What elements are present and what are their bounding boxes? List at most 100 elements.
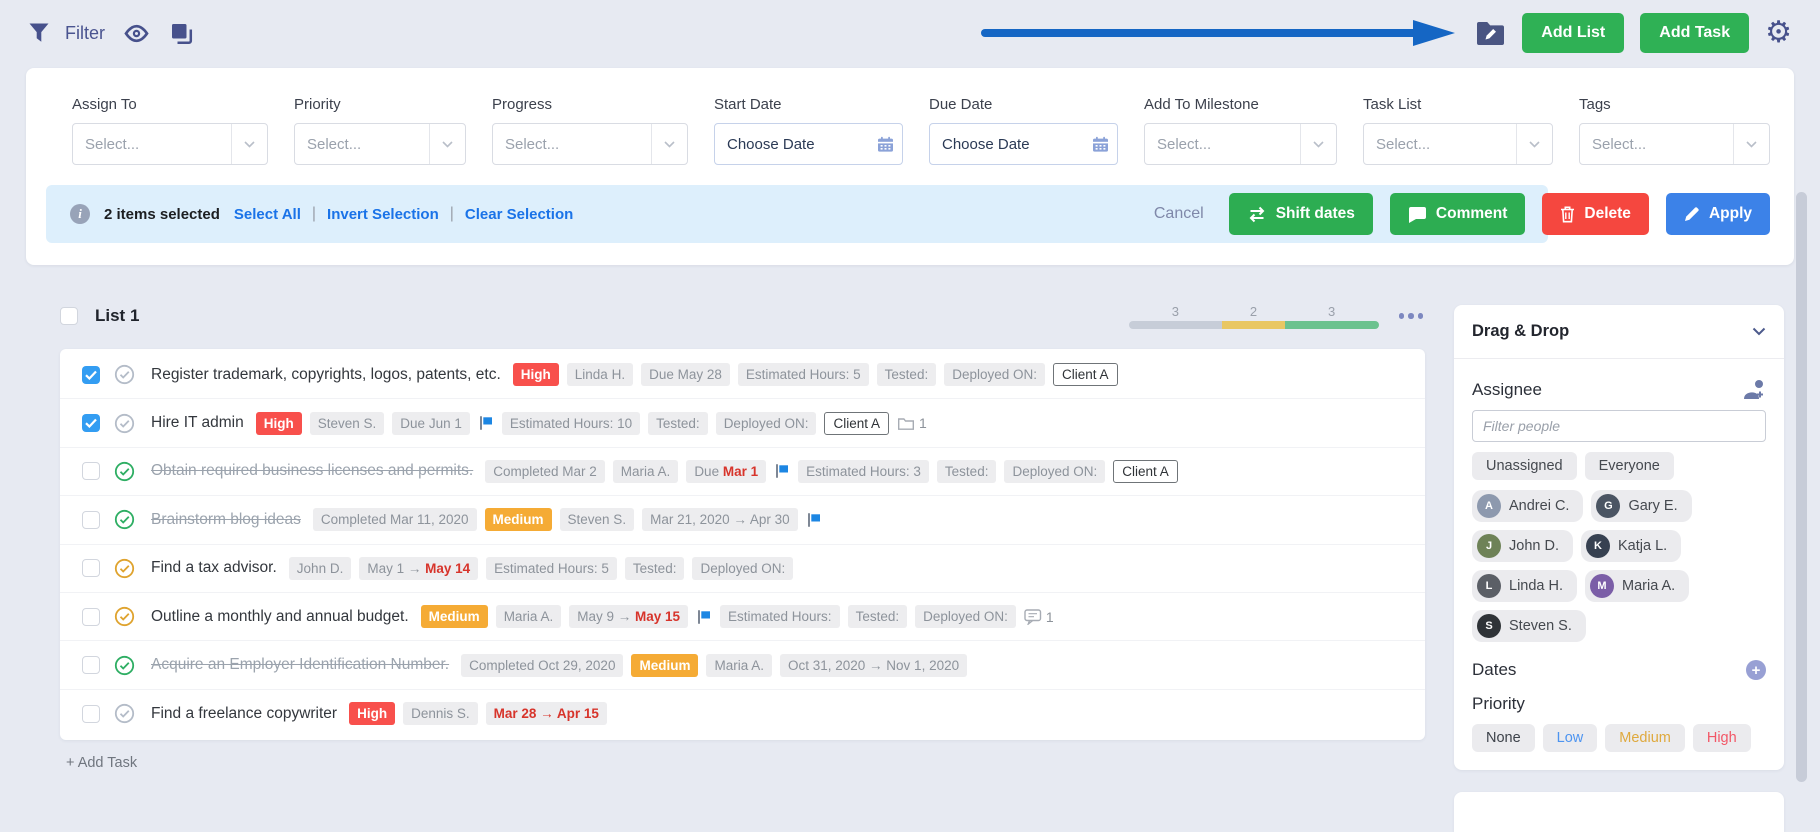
field-badge[interactable]: Deployed ON:: [915, 605, 1016, 628]
status-check-icon[interactable]: [114, 703, 135, 724]
select-dropdown[interactable]: Select...: [294, 123, 466, 165]
field-badge[interactable]: Tested:: [848, 605, 908, 628]
priority-chip-high[interactable]: High: [1693, 724, 1751, 752]
person-chip[interactable]: SSteven S.: [1472, 610, 1586, 642]
apply-button[interactable]: Apply: [1666, 193, 1770, 235]
task-title[interactable]: Acquire an Employer Identification Numbe…: [151, 656, 449, 674]
date-picker[interactable]: Choose Date: [929, 123, 1118, 165]
client-badge[interactable]: Client A: [1053, 363, 1118, 386]
field-badge[interactable]: Deployed ON:: [944, 363, 1045, 386]
field-badge[interactable]: Maria A.: [706, 654, 772, 677]
status-check-icon[interactable]: [114, 655, 135, 676]
priority-badge[interactable]: High: [349, 702, 395, 725]
field-badge[interactable]: Steven S.: [560, 508, 635, 531]
field-badge[interactable]: Estimated Hours: 10: [502, 412, 640, 435]
priority-badge[interactable]: High: [256, 412, 302, 435]
filter-people-input[interactable]: [1472, 410, 1766, 442]
task-title[interactable]: Obtain required business licenses and pe…: [151, 462, 473, 480]
field-badge[interactable]: Tested:: [877, 363, 937, 386]
eye-icon[interactable]: [124, 24, 149, 43]
task-title[interactable]: Find a tax advisor.: [151, 559, 277, 577]
field-badge[interactable]: Due Jun 1: [392, 412, 470, 435]
status-check-icon[interactable]: [114, 364, 135, 385]
milestone-flag-icon[interactable]: [478, 415, 494, 431]
priority-badge[interactable]: Medium: [421, 605, 488, 628]
task-checkbox[interactable]: [82, 511, 100, 529]
person-chip[interactable]: AAndrei C.: [1472, 490, 1583, 522]
task-title[interactable]: Outline a monthly and annual budget.: [151, 608, 409, 626]
comment-button[interactable]: Comment: [1390, 193, 1525, 235]
task-title[interactable]: Register trademark, copyrights, logos, p…: [151, 366, 501, 384]
field-badge[interactable]: Mar 21, 2020 → Apr 30: [642, 508, 798, 531]
field-badge[interactable]: Deployed ON:: [716, 412, 817, 435]
chip-unassigned[interactable]: Unassigned: [1472, 452, 1577, 480]
selection-link-invert-selection[interactable]: Invert Selection: [327, 206, 439, 223]
field-badge[interactable]: Maria A.: [613, 460, 679, 483]
field-badge[interactable]: Oct 31, 2020 → Nov 1, 2020: [780, 654, 967, 677]
delete-button[interactable]: Delete: [1542, 193, 1649, 235]
person-chip[interactable]: MMaria A.: [1585, 570, 1689, 602]
priority-chip-low[interactable]: Low: [1543, 724, 1598, 752]
status-check-icon[interactable]: [114, 509, 135, 530]
date-picker[interactable]: Choose Date: [714, 123, 903, 165]
field-badge[interactable]: Estimated Hours: 3: [798, 460, 929, 483]
task-checkbox[interactable]: [82, 559, 100, 577]
settings-gear-icon[interactable]: ⚙: [1765, 18, 1792, 48]
field-badge[interactable]: Tested:: [648, 412, 708, 435]
person-chip[interactable]: JJohn D.: [1472, 530, 1573, 562]
task-title[interactable]: Find a freelance copywriter: [151, 705, 337, 723]
comment-counter[interactable]: 1: [1024, 609, 1054, 625]
date-badge[interactable]: May 1 → May 14: [359, 557, 478, 580]
list-checkbox[interactable]: [60, 307, 78, 325]
status-check-icon[interactable]: [114, 413, 135, 434]
date-badge[interactable]: Mar 28 → Apr 15: [486, 702, 607, 725]
field-badge[interactable]: Estimated Hours:: [720, 605, 840, 628]
folder-edit-icon[interactable]: [1475, 19, 1506, 47]
field-badge[interactable]: Linda H.: [567, 363, 633, 386]
field-badge[interactable]: Deployed ON:: [1004, 460, 1105, 483]
folder-counter[interactable]: 1: [897, 415, 927, 431]
copy-layers-icon[interactable]: [170, 22, 193, 45]
filter-funnel-icon[interactable]: [28, 22, 50, 44]
selection-link-clear-selection[interactable]: Clear Selection: [465, 206, 573, 223]
date-badge[interactable]: May 9 → May 15: [569, 605, 688, 628]
cancel-button[interactable]: Cancel: [1154, 205, 1204, 223]
person-chip[interactable]: LLinda H.: [1472, 570, 1577, 602]
task-title[interactable]: Brainstorm blog ideas: [151, 511, 301, 529]
task-checkbox[interactable]: [82, 462, 100, 480]
field-badge[interactable]: Maria A.: [496, 605, 562, 628]
add-date-icon[interactable]: +: [1746, 660, 1766, 680]
selection-link-select-all[interactable]: Select All: [234, 206, 301, 223]
priority-chip-medium[interactable]: Medium: [1605, 724, 1685, 752]
progress-bar[interactable]: [1129, 321, 1379, 329]
client-badge[interactable]: Client A: [824, 412, 889, 435]
person-chip[interactable]: GGary E.: [1591, 490, 1691, 522]
priority-badge[interactable]: High: [513, 363, 559, 386]
status-check-icon[interactable]: [114, 606, 135, 627]
field-badge[interactable]: Completed Mar 11, 2020: [313, 508, 477, 531]
milestone-flag-icon[interactable]: [774, 463, 790, 479]
task-checkbox[interactable]: [82, 366, 100, 384]
select-dropdown[interactable]: Select...: [72, 123, 268, 165]
task-checkbox[interactable]: [82, 705, 100, 723]
person-chip[interactable]: KKatja L.: [1581, 530, 1681, 562]
task-checkbox[interactable]: [82, 608, 100, 626]
select-dropdown[interactable]: Select...: [492, 123, 688, 165]
field-badge[interactable]: Tested:: [937, 460, 997, 483]
drag-drop-header[interactable]: Drag & Drop: [1454, 305, 1784, 359]
field-badge[interactable]: Estimated Hours: 5: [738, 363, 869, 386]
list-menu-dots[interactable]: [1397, 309, 1426, 323]
priority-chip-none[interactable]: None: [1472, 724, 1535, 752]
priority-badge[interactable]: Medium: [485, 508, 552, 531]
select-dropdown[interactable]: Select...: [1579, 123, 1770, 165]
priority-badge[interactable]: Medium: [631, 654, 698, 677]
add-task-link[interactable]: + Add Task: [66, 755, 1425, 771]
field-badge[interactable]: Deployed ON:: [692, 557, 793, 580]
task-checkbox[interactable]: [82, 414, 100, 432]
client-badge[interactable]: Client A: [1113, 460, 1178, 483]
field-badge[interactable]: Dennis S.: [403, 702, 478, 725]
filter-label[interactable]: Filter: [65, 23, 105, 44]
field-badge[interactable]: Completed Oct 29, 2020: [461, 654, 623, 677]
milestone-flag-icon[interactable]: [696, 609, 712, 625]
field-badge[interactable]: John D.: [289, 557, 352, 580]
